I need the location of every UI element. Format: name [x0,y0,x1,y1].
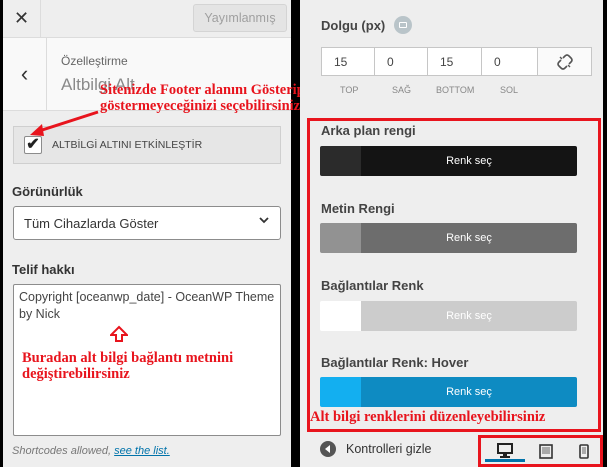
publish-button[interactable]: Yayımlanmış [193,4,287,32]
footer-bottom-checkbox-label: ALTBİLGİ ALTINI ETKİNLEŞTİR [52,139,203,151]
copyright-label: Telif hakkı [12,262,75,277]
back-arrow-icon[interactable]: ‹ [3,38,47,110]
padding-label: Dolgu (px) [321,18,386,33]
customizer-header: ✕ Yayımlanmış [3,0,291,38]
padding-left-caption: SOL [500,85,519,95]
annotation-text-note: Buradan alt bilgi bağlantı metnini değiş… [22,350,234,382]
padding-top-input[interactable]: 15 [321,47,375,76]
mobile-icon[interactable] [564,441,604,462]
annotation-colors-note: Alt bilgi renklerini düzenleyebilirsiniz [310,409,546,425]
padding-top-caption: TOP [340,85,359,95]
padding-bottom-caption: BOTTOM [436,85,475,95]
padding-left-input[interactable]: 0 [481,47,538,76]
tablet-icon[interactable] [526,441,566,462]
desktop-icon[interactable] [485,441,525,462]
colors-highlight-frame [307,118,601,432]
shortcodes-note: Shortcodes allowed, see the list. [12,445,170,457]
padding-section: Dolgu (px) 15 0 15 0 TOP SAĞ BOTTOM SOL [300,0,603,112]
footer-bottom-checkbox[interactable]: ✔ [24,136,42,154]
padding-right-caption: SAĞ [392,85,412,95]
annotation-up-arrow-icon [110,325,128,342]
footer-style-panel: Dolgu (px) 15 0 15 0 TOP SAĞ BOTTOM SOL … [300,0,603,467]
visibility-label: Görünürlük [12,184,83,199]
unlink-icon[interactable] [537,47,592,76]
chevron-down-icon [258,214,270,229]
customizer-footer: Kontrolleri gizle [300,435,603,467]
padding-right-input[interactable]: 0 [374,47,428,76]
close-icon[interactable]: ✕ [3,0,41,37]
breadcrumb-section: Özelleştirme [61,54,128,68]
visibility-select-value: Tüm Cihazlarda Göster [24,216,159,231]
padding-bottom-input[interactable]: 15 [427,47,482,76]
visibility-select[interactable]: Tüm Cihazlarda Göster [13,206,281,240]
annotation-arrow-icon [30,110,99,136]
shortcodes-list-link[interactable]: see the list. [114,445,170,457]
shortcodes-note-text: Shortcodes allowed, [12,445,112,457]
collapse-icon[interactable] [320,441,336,457]
hide-controls-label[interactable]: Kontrolleri gizle [346,442,431,456]
responsive-toggle-icon[interactable] [394,16,412,34]
device-preview-switcher [478,435,603,467]
customizer-panel: ✕ Yayımlanmış ‹ Özelleştirme Altbilgi Al… [3,0,291,467]
